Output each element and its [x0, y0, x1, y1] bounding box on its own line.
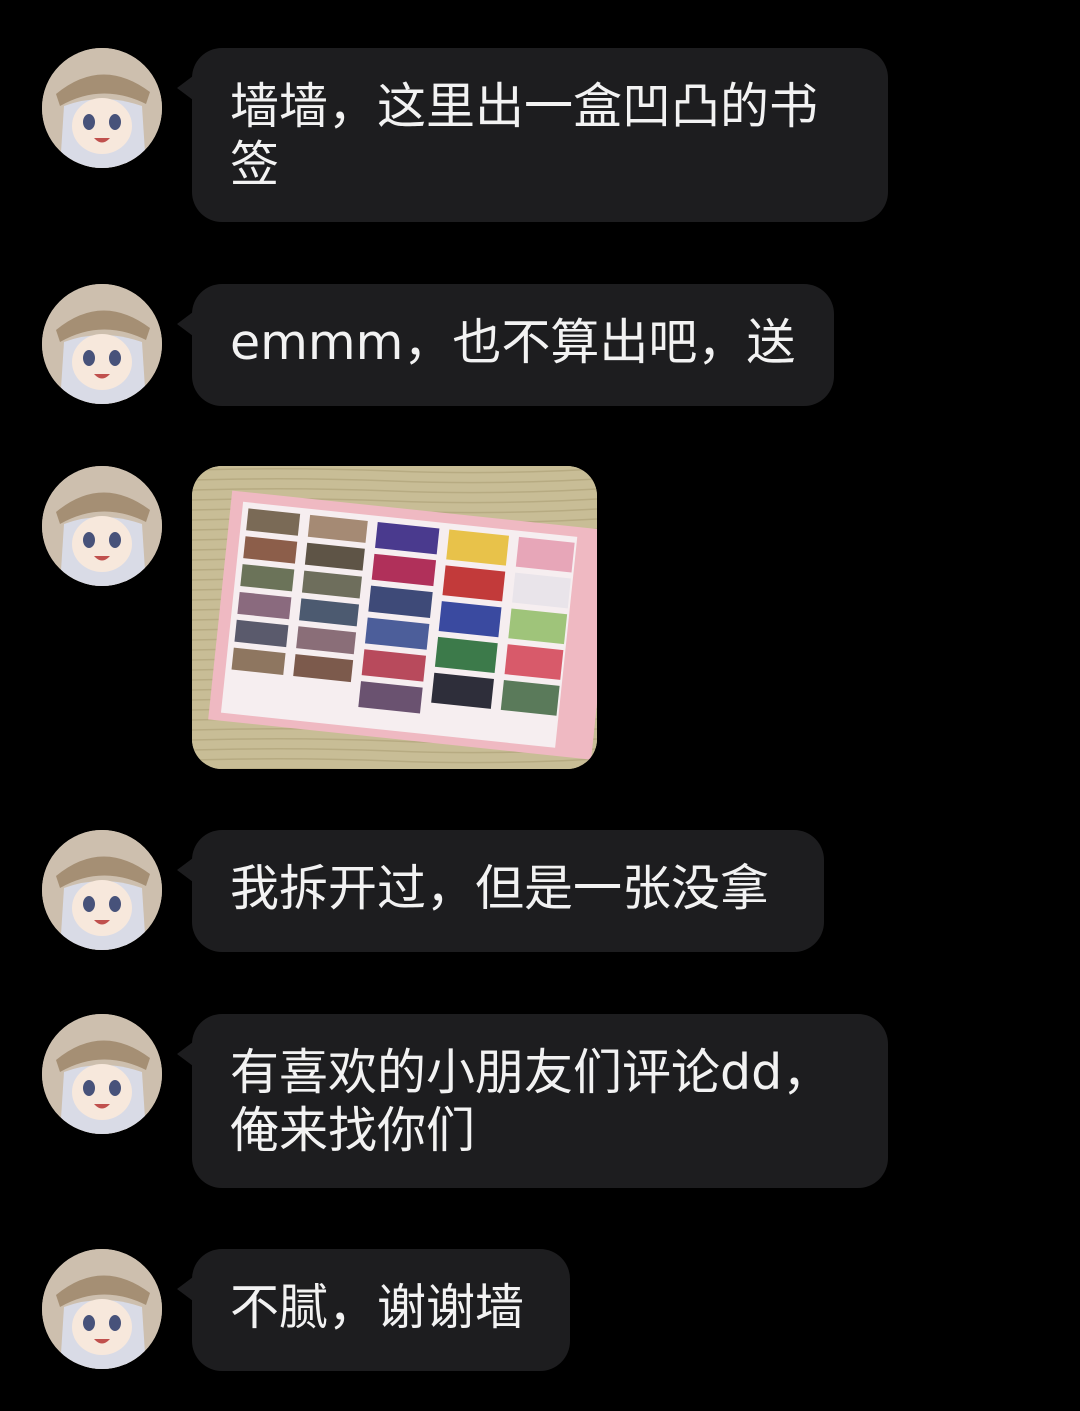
image-message[interactable]: [192, 466, 597, 769]
message-bubble[interactable]: emmm，也不算出吧，送: [177, 284, 834, 406]
anime-girl-avatar-icon[interactable]: [42, 830, 162, 950]
message-text: 墙墙，这里出一盒凹凸的书签: [230, 78, 819, 193]
message-text: 不腻，谢谢墙: [230, 1279, 525, 1336]
anime-girl-avatar-icon[interactable]: [42, 1249, 162, 1369]
anime-girl-avatar-icon[interactable]: [42, 284, 162, 404]
message-text: 有喜欢的小朋友们评论dd，俺来找你们: [230, 1044, 832, 1159]
message-bubble[interactable]: 墙墙，这里出一盒凹凸的书签: [177, 48, 888, 222]
message-bubble[interactable]: 我拆开过，但是一张没拿: [177, 830, 824, 952]
anime-girl-avatar-icon[interactable]: [42, 466, 162, 586]
message-text: 我拆开过，但是一张没拿: [230, 860, 770, 917]
message-bubble[interactable]: 有喜欢的小朋友们评论dd，俺来找你们: [177, 1014, 888, 1188]
message-text: emmm，也不算出吧，送: [230, 314, 796, 371]
message-bubble[interactable]: 不腻，谢谢墙: [177, 1249, 570, 1371]
bookmark-photo: [192, 466, 597, 769]
anime-girl-avatar-icon[interactable]: [42, 1014, 162, 1134]
anime-girl-avatar-icon[interactable]: [42, 48, 162, 168]
chat-thread: 墙墙，这里出一盒凹凸的书签 emmm，也不算出吧，送 我拆开过，但是一张没拿 有…: [0, 0, 1080, 1411]
